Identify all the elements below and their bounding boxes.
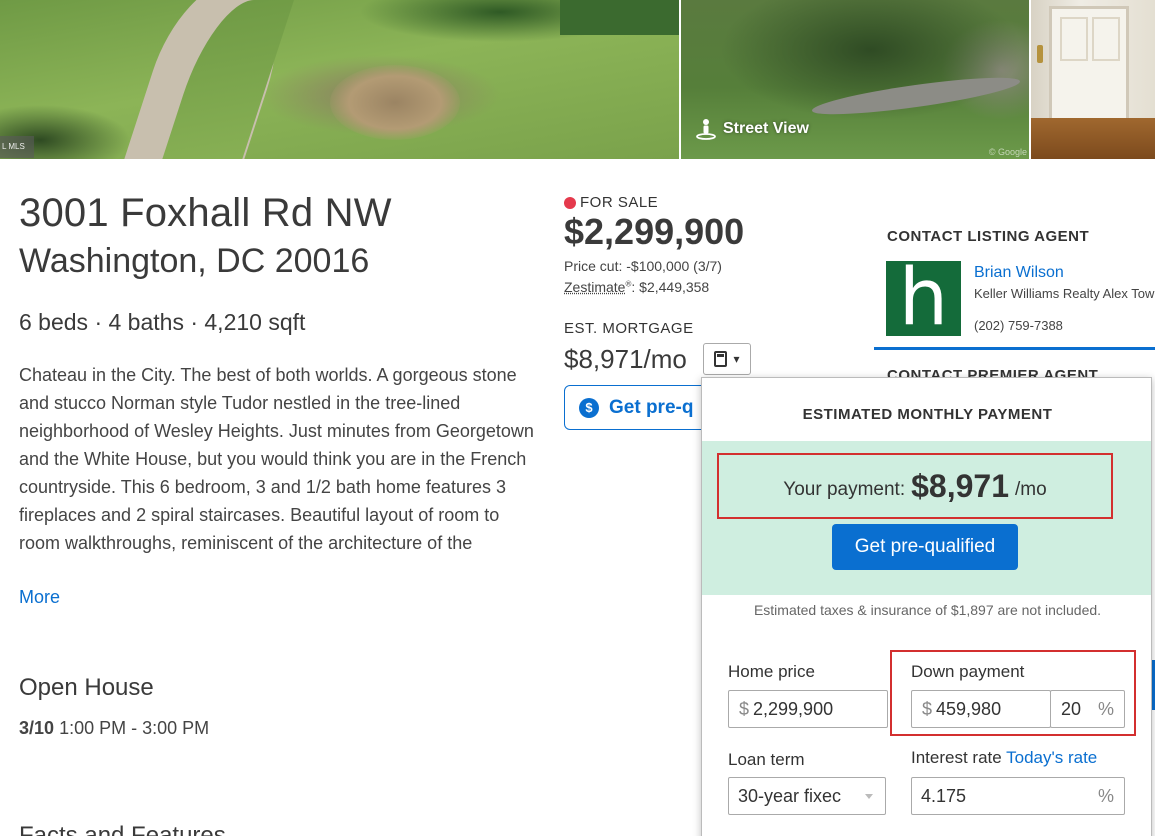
home-price-value: 2,299,900 [753, 698, 834, 719]
street-view-label: Street View [723, 120, 809, 137]
photo-floor [1031, 118, 1155, 159]
street-address: 3001 Foxhall Rd NW [19, 191, 392, 235]
price-cut: Price cut: -$100,000 (3/7) [564, 258, 722, 274]
street-view-photo[interactable]: Street View © Google [681, 0, 1029, 159]
status-badge: FOR SALE [564, 194, 658, 211]
get-prequalified-button[interactable]: Get pre-qualified [832, 524, 1018, 570]
mortgage-value: $8,971/mo [564, 344, 687, 374]
door-knob [1037, 45, 1043, 63]
calculator-icon [714, 351, 728, 367]
loan-term-select[interactable]: 30-year fixec [728, 777, 886, 815]
mortgage-popover: ESTIMATED MONTHLY PAYMENT Your payment: … [701, 377, 1152, 836]
down-payment-percent-value: 20 [1061, 698, 1082, 719]
home-price-label: Home price [728, 662, 815, 681]
google-credit: © Google [988, 147, 1027, 157]
down-payment-value: 459,980 [936, 698, 1002, 719]
photo-walkway [810, 70, 1022, 122]
city-state-zip: Washington, DC 20016 [19, 242, 370, 280]
payment-label: Your payment: [783, 479, 906, 500]
mls-watermark: L MLS [0, 136, 34, 158]
photo-path [117, 0, 303, 159]
zestimate: Zestimate®: $2,449,358 [564, 279, 709, 295]
more-link[interactable]: More [19, 587, 60, 608]
interest-rate-row: Interest rate Today's rate [911, 748, 1097, 768]
pegman-icon [696, 119, 716, 140]
tax-insurance-note: Estimated taxes & insurance of $1,897 ar… [753, 602, 1102, 618]
open-house-date: 3/10 [19, 718, 55, 738]
photo-gallery[interactable]: L MLS Street View © Google [0, 0, 1155, 159]
prequal-short-label: Get pre-q [609, 396, 694, 418]
status-label: FOR SALE [580, 194, 659, 211]
open-house-hours: 1:00 PM - 3:00 PM [59, 718, 210, 738]
facts-features-heading: Facts and Features [19, 822, 226, 836]
agent-company: Keller Williams Realty Alex Town [974, 286, 1155, 301]
photo-interior[interactable] [1031, 0, 1155, 159]
mortgage-label: EST. MORTGAGE [564, 320, 694, 337]
status-dot-icon [564, 196, 576, 209]
open-house-heading: Open House [19, 674, 154, 701]
contact-agent-heading: CONTACT LISTING AGENT [887, 228, 1090, 245]
zestimate-value: : $2,449,358 [631, 279, 710, 295]
photo-shrub [330, 65, 460, 140]
down-payment-currency: $ [922, 698, 933, 719]
interest-rate-value: 4.175 [921, 785, 967, 806]
interest-percent-sign: % [1097, 785, 1114, 806]
payment-summary-band: Your payment: $8,971 /mo Get pre-qualifi… [702, 441, 1151, 595]
caret-down-icon: ▾ [733, 352, 740, 366]
down-payment-label: Down payment [911, 662, 1025, 681]
open-house-time: 3/10 1:00 PM - 3:00 PM [19, 718, 209, 739]
interest-rate-input[interactable]: 4.175 % [911, 777, 1125, 815]
popover-title: ESTIMATED MONTHLY PAYMENT [802, 406, 1053, 423]
premier-agent-divider [874, 347, 1155, 350]
photo-hedge [560, 0, 679, 35]
payment-unit: /mo [1015, 479, 1047, 500]
home-price-input[interactable]: $ 2,299,900 [728, 690, 888, 728]
dollar-circle-icon: $ [579, 397, 599, 418]
photo-door [1049, 6, 1129, 126]
get-prequalified-button-partial[interactable]: $ Get pre-q [564, 385, 714, 430]
agent-logo: h [886, 259, 961, 337]
home-price-currency: $ [739, 698, 750, 719]
photo-front-lawn[interactable]: L MLS [0, 0, 679, 159]
street-view-button[interactable]: Street View [695, 118, 809, 140]
percent-sign: % [1097, 698, 1114, 719]
down-payment-amount-input[interactable]: $ 459,980 [911, 690, 1051, 728]
loan-term-value: 30-year fixec [738, 785, 842, 806]
todays-rate-link[interactable]: Today's rate [1006, 748, 1097, 767]
interest-rate-label: Interest rate [911, 748, 1002, 767]
select-arrow-icon [865, 793, 873, 799]
agent-name-link[interactable]: Brian Wilson [974, 264, 1064, 282]
payment-amount: $8,971 [911, 467, 1009, 504]
calculator-dropdown-button[interactable]: ▾ [703, 343, 751, 375]
zestimate-link[interactable]: Zestimate [564, 279, 625, 295]
premier-agent-heading: CONTACT PREMIER AGENT [887, 367, 1099, 377]
listing-price: $2,299,900 [564, 211, 745, 252]
bed-bath-sqft: 6 beds · 4 baths · 4,210 sqft [19, 309, 306, 335]
listing-description: Chateau in the City. The best of both wo… [19, 365, 534, 553]
down-payment-percent-input[interactable]: 20 % [1050, 690, 1125, 728]
agent-phone: (202) 759-7388 [974, 318, 1063, 333]
loan-term-label: Loan term [728, 750, 805, 769]
payment-highlight-box: Your payment: $8,971 /mo [717, 453, 1113, 519]
